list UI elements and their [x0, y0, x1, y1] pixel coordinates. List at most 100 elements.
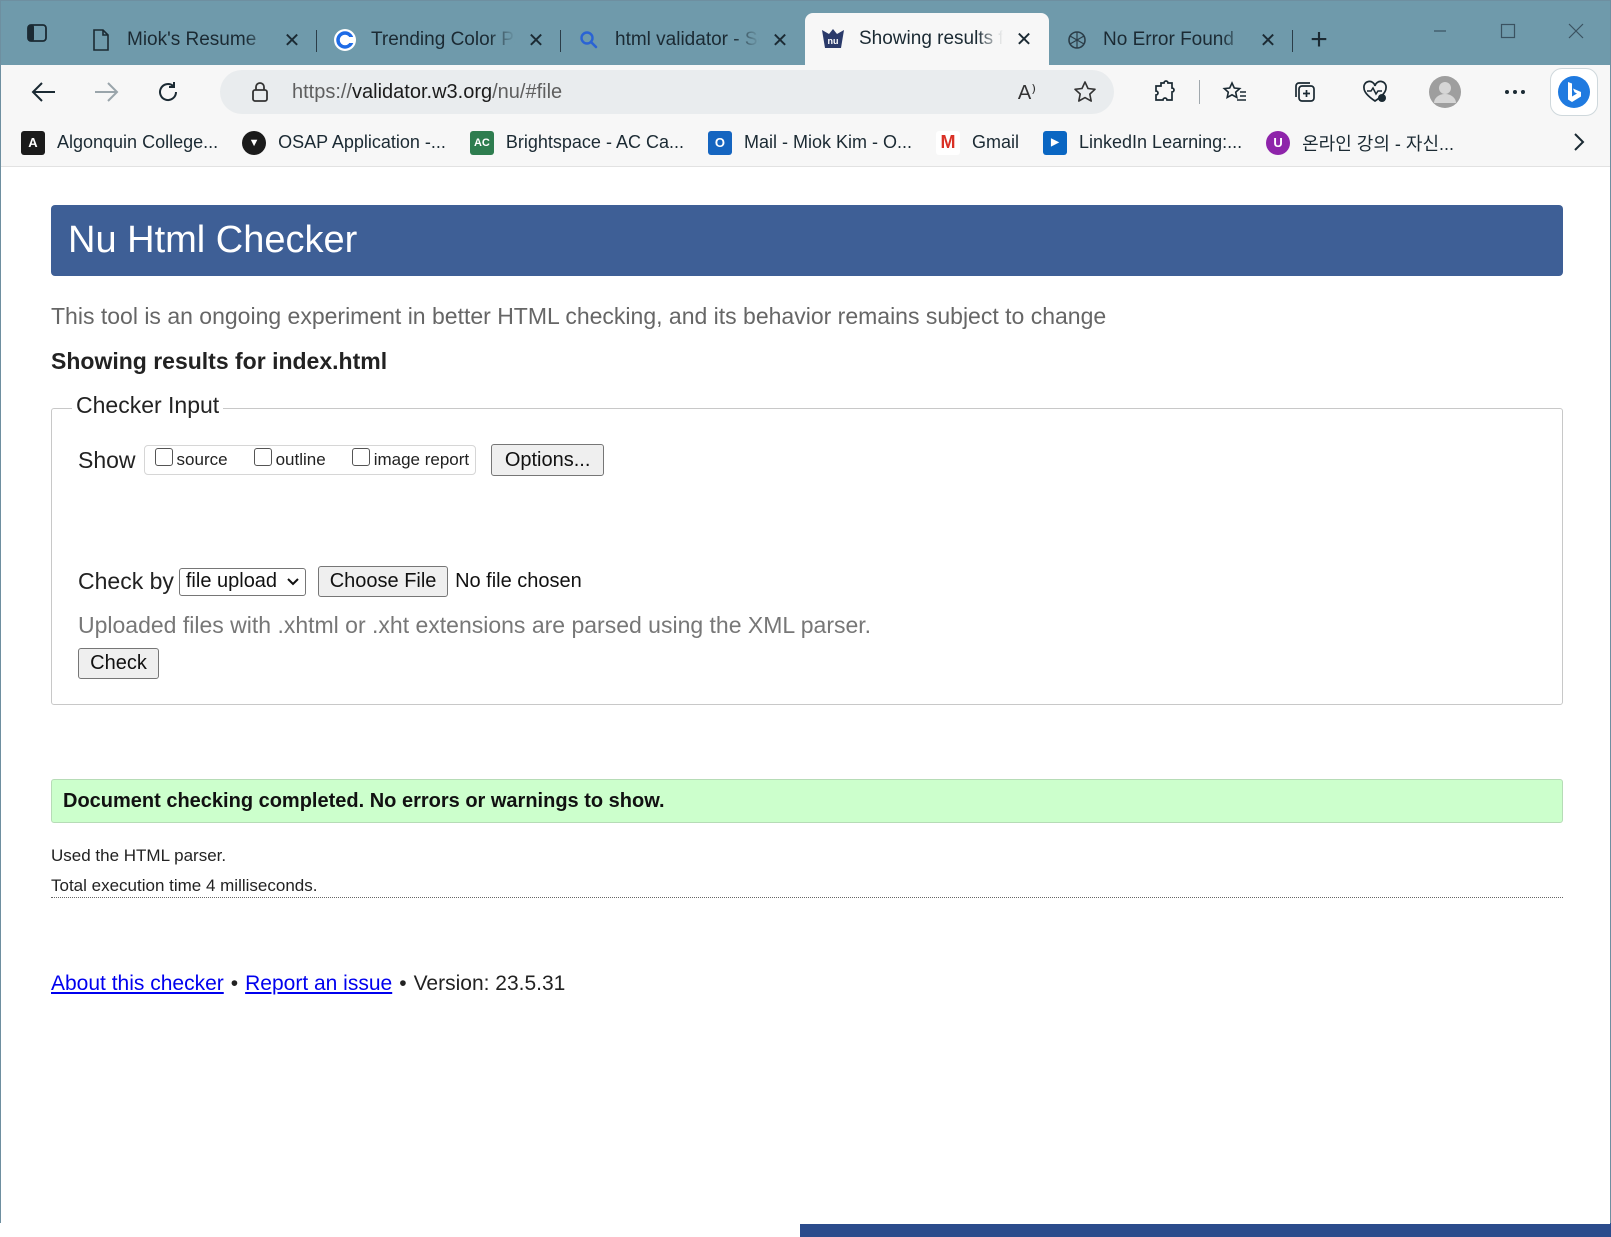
bookmark-label: OSAP Application -...	[278, 132, 446, 152]
close-icon[interactable]: ✕	[525, 29, 547, 52]
more-options-icon[interactable]	[1480, 70, 1550, 114]
bookmark-label: Gmail	[971, 132, 1019, 152]
tab-title: Miok's Resume	[127, 29, 257, 50]
tab-actions	[1, 1, 73, 65]
file-status: No file chosen	[455, 570, 582, 592]
tab-0[interactable]: Miok's Resume ✕	[73, 15, 317, 65]
tab-2[interactable]: html validator - Search ✕	[561, 15, 805, 65]
browser-window: Miok's Resume ✕ Trending Color Palettes …	[0, 0, 1611, 1224]
bookmark-label: Brightspace - AC Ca...	[505, 132, 684, 152]
close-icon[interactable]: ✕	[281, 29, 303, 52]
checkbox-label: image report	[373, 450, 470, 469]
toolbar-right	[1129, 65, 1550, 119]
url-scheme: https://	[292, 80, 353, 103]
read-aloud-icon[interactable]: A⁾	[998, 72, 1056, 112]
close-icon[interactable]: ✕	[1257, 29, 1279, 52]
checkbox[interactable]	[253, 448, 272, 466]
bookmark-gmail[interactable]: M Gmail	[935, 130, 1019, 155]
bookmark-outlook-mail[interactable]: O Mail - Miok Kim - O...	[707, 130, 912, 155]
about-checker-link[interactable]: About this checker	[51, 972, 224, 996]
show-image-report-checkbox[interactable]: image report	[351, 448, 470, 470]
footer-separator: •	[399, 972, 407, 995]
version-text: Version: 23.5.31	[413, 972, 566, 995]
bing-copilot-icon[interactable]	[1550, 68, 1598, 116]
execution-time: Total execution time 4 milliseconds.	[51, 876, 318, 895]
algonquin-icon: A	[21, 130, 45, 155]
parser-note: Used the HTML parser.	[51, 846, 227, 865]
linkedin-learning-icon: ▶	[1043, 130, 1067, 155]
url-text[interactable]: https://validator.w3.org/nu/#file	[280, 81, 998, 104]
intro-text: This tool is an ongoing experiment in be…	[51, 303, 1107, 329]
bookmark-linkedin-learning[interactable]: ▶ LinkedIn Learning:...	[1043, 130, 1243, 155]
chatgpt-icon	[1065, 28, 1089, 52]
favorites-icon[interactable]	[1200, 70, 1270, 114]
tab-1[interactable]: Trending Color Palettes ✕	[317, 15, 561, 65]
osap-icon: ▼	[242, 130, 267, 155]
bookmark-osap[interactable]: ▼ OSAP Application -...	[242, 130, 446, 155]
coolors-icon	[333, 28, 357, 52]
divider	[51, 897, 1563, 898]
url-path: /nu/#file	[492, 80, 563, 103]
choose-file-button[interactable]: Choose File	[318, 566, 449, 597]
tab-3-active[interactable]: nu Showing results for index.html ✕	[805, 13, 1049, 65]
back-icon[interactable]	[13, 70, 75, 114]
minimize-icon[interactable]	[1406, 1, 1474, 61]
page-content: Nu Html Checker This tool is an ongoing …	[1, 168, 1610, 1224]
new-tab-button[interactable]: +	[1293, 15, 1345, 65]
bookmark-algonquin[interactable]: A Algonquin College...	[21, 130, 218, 155]
address-bar[interactable]: https://validator.w3.org/nu/#file A⁾	[220, 70, 1114, 114]
browser-essentials-icon[interactable]	[1340, 70, 1410, 114]
bookmarks-bar: A Algonquin College... ▼ OSAP Applicatio…	[1, 119, 1610, 167]
window-controls	[1406, 1, 1610, 61]
tab-title: html validator - Search	[615, 29, 759, 50]
check-by-label: Check by	[78, 568, 174, 594]
show-row: Show source outline image report Options…	[78, 444, 605, 476]
svg-text:nu: nu	[828, 36, 839, 46]
browser-toolbar: https://validator.w3.org/nu/#file A⁾	[1, 65, 1610, 119]
gmail-icon: M	[935, 130, 960, 155]
tab-title: Showing results for index.html	[859, 28, 1003, 49]
chevron-right-icon[interactable]	[1572, 131, 1586, 159]
forward-icon[interactable]	[75, 70, 137, 114]
bookmark-korean-course[interactable]: U 온라인 강의 - 자신...	[1266, 130, 1454, 156]
outlook-icon: O	[707, 130, 732, 155]
tab-separator	[1292, 30, 1293, 52]
tab-title: No Error Found	[1103, 29, 1234, 50]
footer-separator: •	[230, 972, 239, 995]
tab-title: Trending Color Palettes	[371, 29, 515, 50]
checkbox-label: source	[176, 450, 228, 469]
close-icon[interactable]: ✕	[1013, 28, 1035, 51]
maximize-icon[interactable]	[1474, 1, 1542, 61]
lock-icon[interactable]	[240, 81, 280, 103]
show-outline-checkbox[interactable]: outline	[253, 448, 326, 470]
tab-actions-icon[interactable]	[20, 16, 54, 50]
desktop-background	[0, 1223, 1611, 1237]
results-heading: Showing results for index.html	[51, 348, 388, 374]
search-icon	[577, 28, 601, 52]
extensions-icon[interactable]	[1129, 70, 1199, 114]
bookmark-label: 온라인 강의 - 자신...	[1302, 133, 1455, 154]
refresh-icon[interactable]	[137, 70, 199, 114]
bookmark-label: Mail - Miok Kim - O...	[743, 132, 912, 152]
tab-4[interactable]: No Error Found ✕	[1049, 15, 1293, 65]
show-source-checkbox[interactable]: source	[154, 448, 228, 470]
checkbox[interactable]	[351, 448, 370, 466]
bookmark-brightspace[interactable]: AC Brightspace - AC Ca...	[469, 130, 684, 155]
page-title: Nu Html Checker	[51, 205, 1563, 276]
success-message: Document checking completed. No errors o…	[51, 779, 1563, 823]
favorite-star-icon[interactable]	[1056, 72, 1114, 112]
checker-input-legend: Checker Input	[72, 392, 224, 419]
profile-avatar-icon[interactable]	[1410, 70, 1480, 114]
options-button[interactable]: Options...	[491, 444, 605, 476]
window-close-icon[interactable]	[1542, 1, 1610, 61]
close-icon[interactable]: ✕	[769, 29, 791, 52]
checkbox[interactable]	[154, 448, 173, 466]
check-button[interactable]: Check	[78, 648, 159, 679]
check-by-row: Check by file upload Choose File No file…	[78, 566, 582, 597]
bookmark-label: LinkedIn Learning:...	[1079, 132, 1243, 152]
select-value: file upload	[185, 570, 278, 592]
report-issue-link[interactable]: Report an issue	[245, 972, 392, 996]
check-by-select[interactable]: file upload	[178, 567, 307, 596]
tab-strip: Miok's Resume ✕ Trending Color Palettes …	[1, 1, 1610, 65]
collections-icon[interactable]	[1270, 70, 1340, 114]
